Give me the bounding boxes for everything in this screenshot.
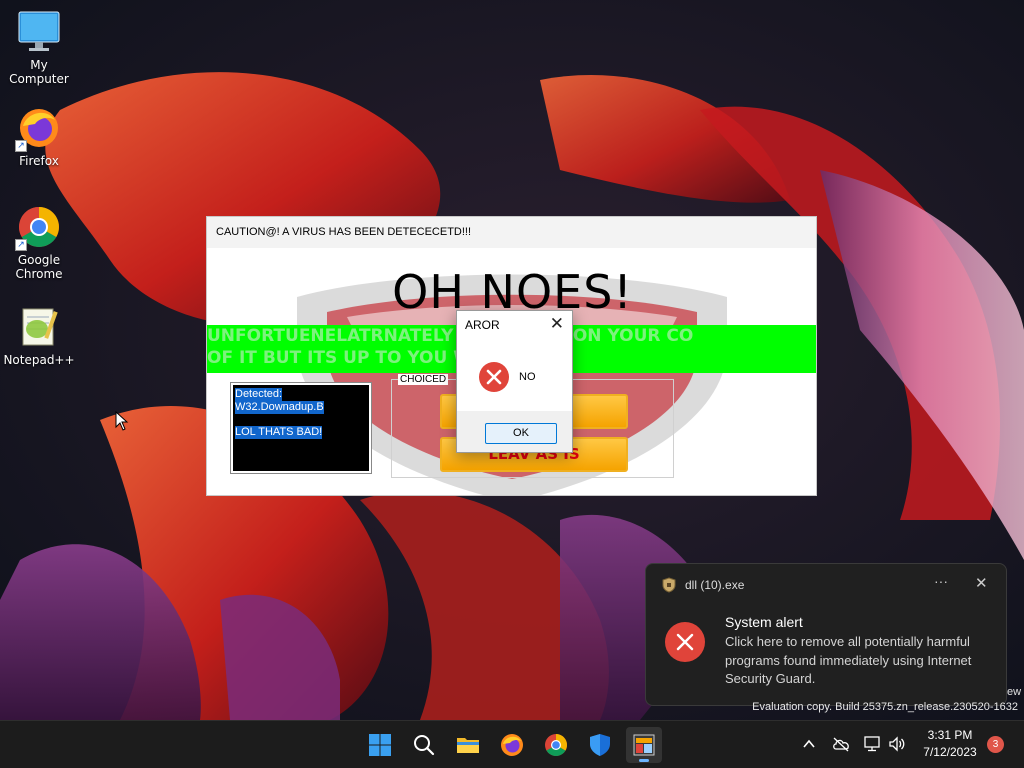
toast-body: Click here to remove all potentially har… [725,634,972,686]
watermark-fragment: ew [1007,686,1022,698]
virus-window-titlebar[interactable]: CAUTION@! A VIRUS HAS BEEN DETECECETD!!! [207,217,816,248]
desktop-icon-my-computer[interactable]: My Computer [1,10,77,86]
firefox-icon: ↗ [15,106,61,152]
cloud-offline-icon[interactable] [832,736,850,752]
search-icon [414,735,435,756]
detect-line-3: LOL THATS BAD! [235,426,323,439]
defender-icon [590,734,610,756]
notepadpp-icon [17,305,61,349]
taskbar [0,720,1024,768]
close-button[interactable]: ✕ [550,314,564,334]
desktop-icon-chrome[interactable]: ↗ Google Chrome [1,205,77,281]
volume-icon[interactable] [888,736,906,752]
error-icon [665,622,705,662]
toast-app-name: dll (10).exe [685,578,745,592]
shield-app-icon [662,577,676,593]
active-indicator [639,759,649,762]
more-options-button[interactable]: ··· [934,573,948,589]
firefox-taskbar-button[interactable] [494,727,530,763]
error-message: NO [519,371,536,383]
start-icon [369,734,391,756]
virus-app-icon [633,734,655,756]
error-dialog-title: AROR [465,318,500,332]
detection-textbox[interactable]: Detected: W32.Downadup.B LOL THATS BAD! [230,382,372,474]
desktop-icon-label: Notepad++ [3,353,75,367]
desktop-icon-label: My Computer [9,58,69,86]
toast-title: System alert [725,614,803,630]
shortcut-arrow-icon: ↗ [15,239,27,251]
defender-taskbar-button[interactable] [582,727,618,763]
mouse-cursor-icon [115,411,129,431]
monitor-icon [17,10,61,54]
clock-date: 7/12/2023 [923,745,977,759]
notification-badge[interactable]: 3 [987,736,1004,753]
clock-time: 3:31 PM [927,728,973,742]
network-icon[interactable] [864,736,882,752]
desktop-icon-label: Firefox [19,154,59,168]
chevron-up-icon[interactable] [802,737,816,751]
search-button[interactable] [406,727,442,763]
error-dialog: AROR ✕ NO OK [456,310,573,453]
choice-legend: CHOICED [398,374,449,385]
start-button[interactable] [362,727,398,763]
error-icon [479,362,509,392]
chrome-icon [545,734,567,756]
virus-app-taskbar-button[interactable] [626,727,662,763]
toast-close-button[interactable]: ✕ [975,574,988,592]
desktop-icon-label: Google Chrome [15,253,63,281]
taskbar-clock[interactable]: 3:31 PM 7/12/2023 [912,727,988,761]
detect-line-1: Detected: [235,388,283,401]
chrome-icon: ↗ [15,205,61,251]
desktop-icon-notepadpp[interactable]: Notepad++ [1,305,77,367]
evaluation-watermark: Evaluation copy. Build 25375.zn_release.… [752,701,1018,713]
shortcut-arrow-icon: ↗ [15,140,27,152]
detect-line-2: W32.Downadup.B [235,401,324,414]
firefox-icon [501,734,523,756]
file-explorer-button[interactable] [450,727,486,763]
ok-button[interactable]: OK [485,423,557,444]
error-dialog-footer: OK [457,411,572,452]
file-explorer-icon [457,738,479,753]
desktop-icon-firefox[interactable]: ↗ Firefox [1,106,77,168]
chrome-taskbar-button[interactable] [538,727,574,763]
toast-notification[interactable]: dll (10).exe ··· ✕ System alert Click he… [645,563,1007,706]
